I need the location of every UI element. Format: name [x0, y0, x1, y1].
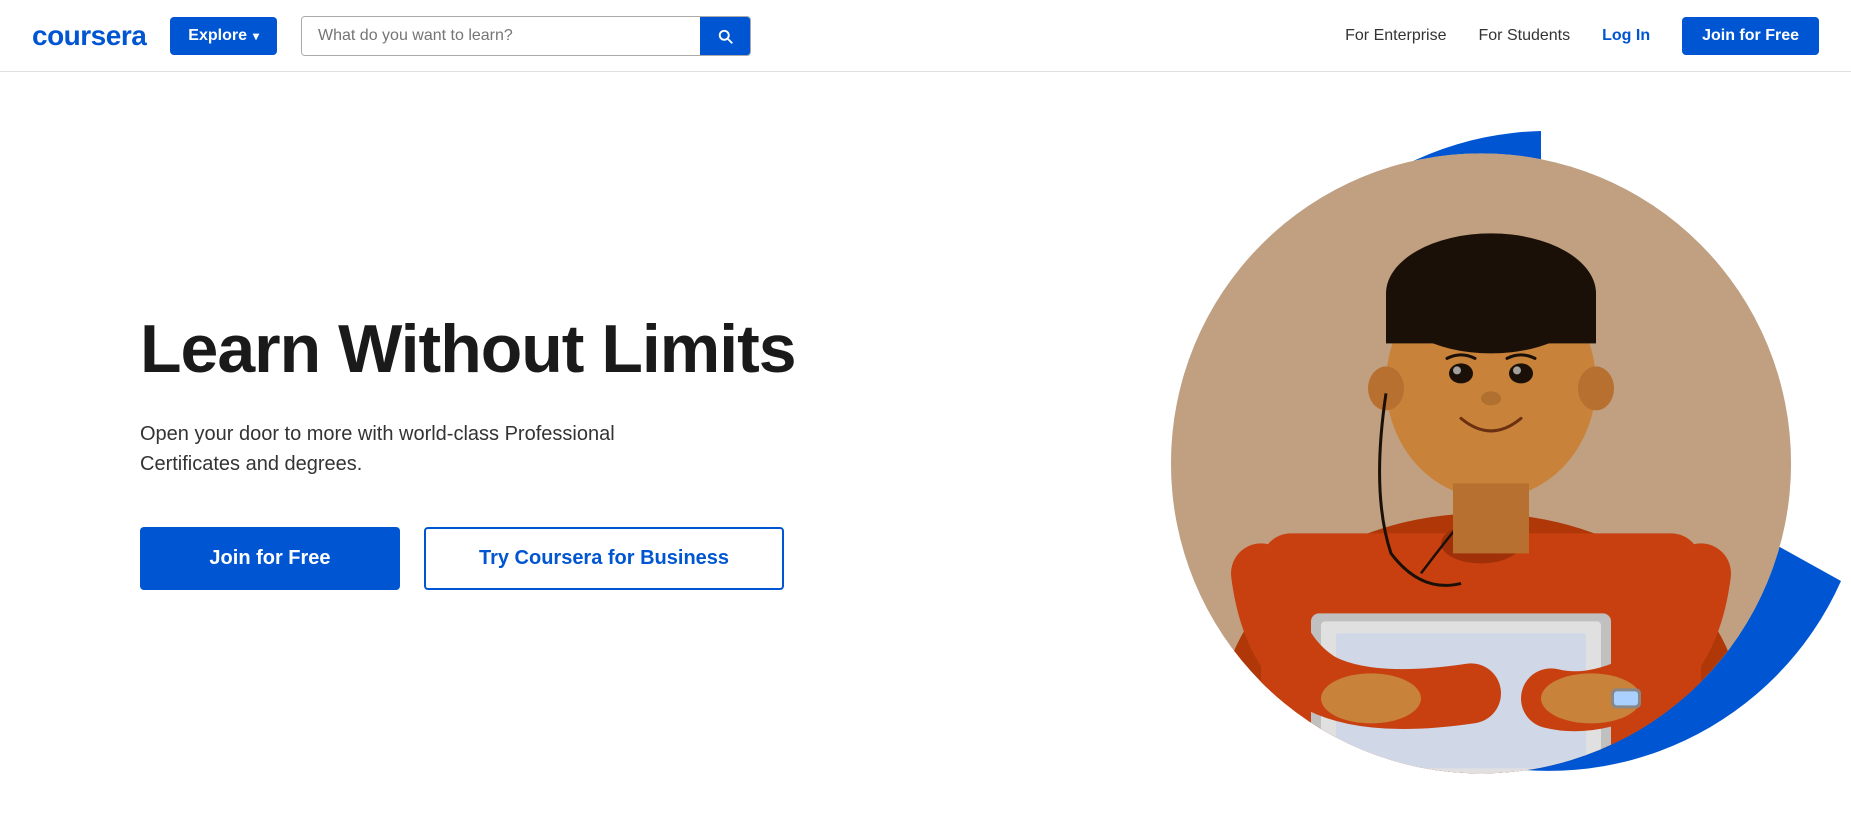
navbar: coursera Explore ▾ For Enterprise For St… [0, 0, 1851, 72]
hero-subtitle: Open your door to more with world-class … [140, 419, 700, 479]
for-enterprise-link[interactable]: For Enterprise [1345, 27, 1446, 45]
explore-button[interactable]: Explore ▾ [170, 17, 277, 55]
login-link[interactable]: Log In [1602, 27, 1650, 45]
chevron-down-icon: ▾ [253, 29, 259, 43]
for-students-link[interactable]: For Students [1479, 27, 1571, 45]
hero-section: Learn Without Limits Open your door to m… [0, 72, 1851, 830]
nav-links: For Enterprise For Students Log In Join … [1345, 17, 1819, 55]
try-business-button[interactable]: Try Coursera for Business [424, 527, 784, 590]
hero-image-area [1031, 72, 1851, 830]
search-icon [716, 27, 734, 45]
logo-text: coursera [32, 20, 146, 52]
search-container [301, 16, 751, 56]
logo[interactable]: coursera [32, 20, 146, 52]
search-input[interactable] [302, 17, 700, 55]
person-illustration [1171, 153, 1791, 773]
hero-title: Learn Without Limits [140, 312, 796, 387]
hero-content: Learn Without Limits Open your door to m… [140, 312, 796, 590]
search-button[interactable] [700, 17, 750, 55]
hero-buttons: Join for Free Try Coursera for Business [140, 527, 796, 590]
join-free-button-hero[interactable]: Join for Free [140, 527, 400, 590]
hero-person-image [1171, 153, 1791, 773]
join-free-button-nav[interactable]: Join for Free [1682, 17, 1819, 55]
explore-label: Explore [188, 27, 247, 45]
